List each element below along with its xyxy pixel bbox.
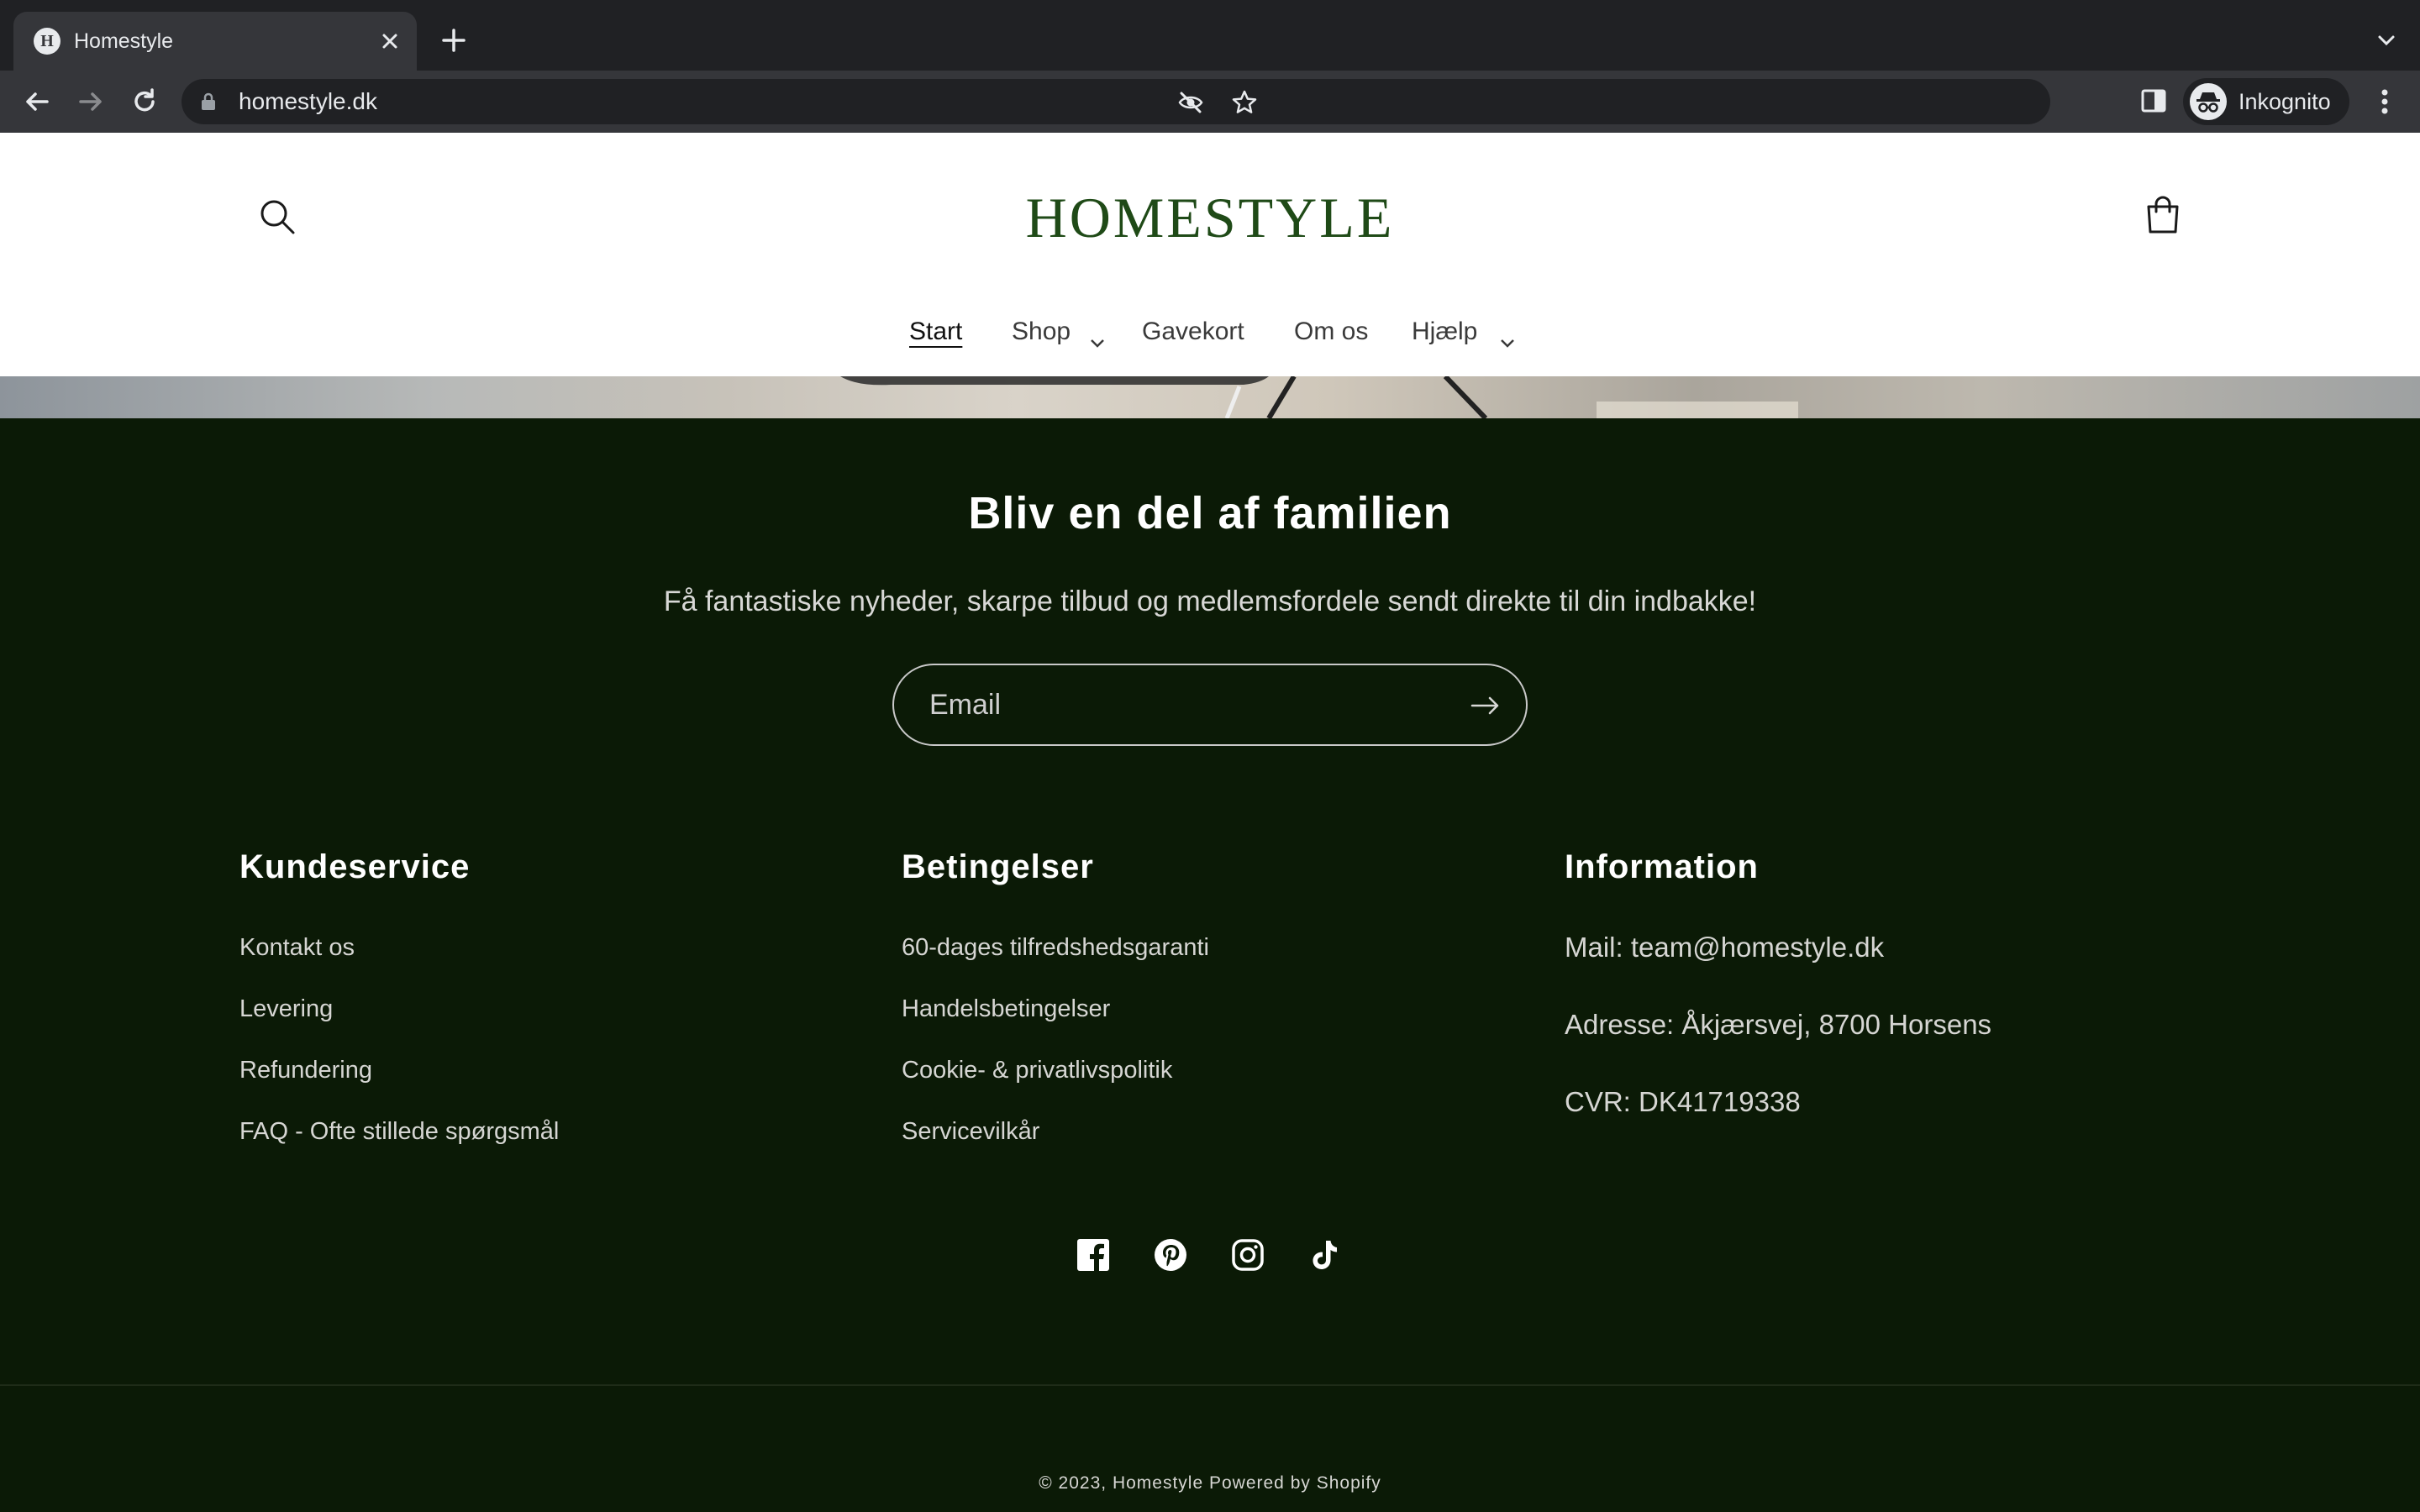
- tiktok-icon[interactable]: [1307, 1238, 1341, 1272]
- incognito-label: Inkognito: [2238, 89, 2331, 114]
- main-navigation: Start Shop Gavekort Om os Hjælp: [0, 311, 2420, 353]
- browser-tab[interactable]: H Homestyle: [13, 12, 417, 71]
- footer-link-faq[interactable]: FAQ - Ofte stillede spørgsmål: [239, 1116, 559, 1147]
- hero-image: [0, 376, 2420, 418]
- email-placeholder: Email: [929, 689, 1002, 721]
- footer-heading: Information: [1565, 848, 1759, 885]
- nav-item-start[interactable]: Start: [909, 311, 962, 353]
- lock-icon[interactable]: [200, 92, 217, 111]
- favicon-icon: H: [34, 28, 60, 55]
- info-address: Adresse: Åkjærsvej, 8700 Horsens: [1565, 1009, 1992, 1040]
- footer-link-servicevilkar[interactable]: Servicevilkår: [902, 1116, 1039, 1147]
- cart-bag-icon[interactable]: [2144, 195, 2181, 235]
- nav-item-om-os[interactable]: Om os: [1294, 311, 1368, 353]
- footer-link-refundering[interactable]: Refundering: [239, 1055, 372, 1085]
- footer-heading: Betingelser: [902, 848, 1094, 885]
- tracking-protection-eye-off-icon[interactable]: [1176, 88, 1205, 117]
- address-bar[interactable]: homestyle.dk: [182, 79, 2050, 124]
- nav-item-hjaelp[interactable]: Hjælp: [1412, 311, 1477, 353]
- footer-divider: [0, 1384, 2420, 1386]
- footer-link-kontakt[interactable]: Kontakt os: [239, 932, 355, 963]
- footer-column-information: Information Mail: team@homestyle.dk Adre…: [1565, 840, 1991, 1117]
- newsletter-heading: Bliv en del af familien: [968, 488, 1452, 538]
- tab-search-chevron-icon[interactable]: [2370, 24, 2403, 57]
- info-cvr: CVR: DK41719338: [1565, 1086, 1801, 1117]
- nav-item-gavekort[interactable]: Gavekort: [1142, 311, 1244, 353]
- footer-column-betingelser: Betingelser 60-dages tilfredshedsgaranti…: [902, 840, 1209, 1145]
- footer-heading: Kundeservice: [239, 848, 471, 885]
- new-tab-button[interactable]: [437, 24, 471, 57]
- footer-link-handelsbetingelser[interactable]: Handelsbetingelser: [902, 994, 1110, 1024]
- newsletter-subtitle: Få fantastiske nyheder, skarpe tilbud og…: [663, 585, 1757, 617]
- kebab-menu-icon[interactable]: [2370, 86, 2400, 118]
- footer-link-levering[interactable]: Levering: [239, 994, 333, 1024]
- facebook-icon[interactable]: [1076, 1238, 1110, 1272]
- bookmark-star-icon[interactable]: [1230, 88, 1259, 117]
- instagram-icon[interactable]: [1231, 1238, 1265, 1272]
- reload-icon[interactable]: [128, 85, 161, 118]
- side-panel-icon[interactable]: [2139, 86, 2169, 116]
- browser-tab-strip: H Homestyle: [0, 0, 2420, 71]
- site-header: HOMESTYLE Start Shop Gavekort Om os Hjæl…: [0, 133, 2420, 376]
- tab-title: Homestyle: [74, 29, 174, 53]
- incognito-icon: [2190, 83, 2227, 120]
- info-mail: Mail: team@homestyle.dk: [1565, 932, 1885, 963]
- pinterest-icon[interactable]: [1154, 1238, 1187, 1272]
- chevron-down-icon[interactable]: [1089, 328, 1106, 348]
- copyright-text: © 2023, Homestyle Powered by Shopify: [1039, 1473, 1381, 1493]
- browser-toolbar: homestyle.dk Inkognito: [0, 71, 2420, 133]
- nav-item-shop[interactable]: Shop: [1012, 311, 1071, 353]
- incognito-profile-button[interactable]: Inkognito: [2183, 78, 2349, 125]
- arrow-right-icon[interactable]: [1469, 690, 1502, 721]
- footer-link-garanti[interactable]: 60-dages tilfredshedsgaranti: [902, 932, 1209, 963]
- close-tab-icon[interactable]: [375, 26, 405, 56]
- newsletter-email-input[interactable]: Email: [892, 664, 1528, 746]
- footer-column-kundeservice: Kundeservice Kontakt os Levering Refunde…: [239, 840, 559, 1145]
- chevron-down-icon[interactable]: [1499, 328, 1516, 348]
- site-logo[interactable]: HOMESTYLE: [0, 188, 2420, 247]
- back-arrow-icon[interactable]: [20, 85, 54, 118]
- url-text[interactable]: homestyle.dk: [239, 88, 377, 115]
- footer-link-cookie-privatliv[interactable]: Cookie- & privatlivspolitik: [902, 1055, 1172, 1085]
- forward-arrow-icon[interactable]: [74, 85, 108, 118]
